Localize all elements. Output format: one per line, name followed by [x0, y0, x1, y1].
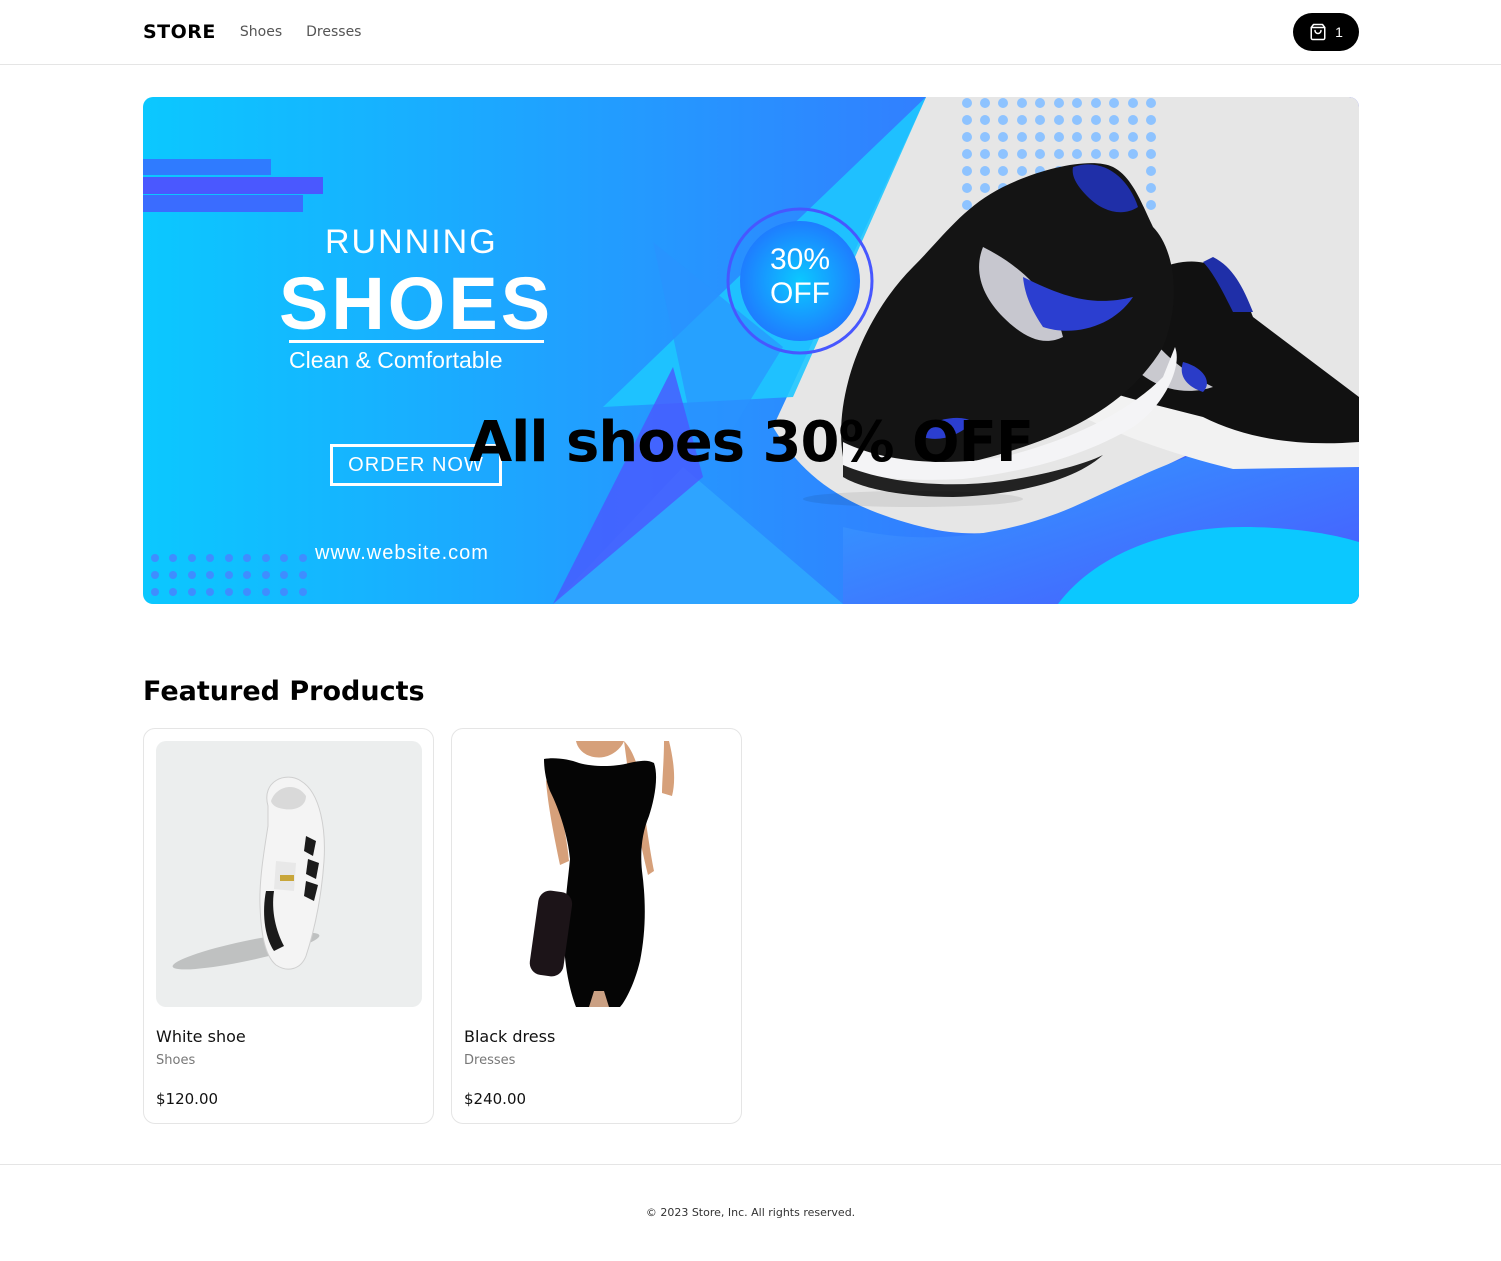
billboard-tagline: Clean & Comfortable: [289, 347, 503, 373]
billboard-heading-shoes: SHOES: [279, 262, 554, 345]
nav-link-dresses[interactable]: Dresses: [306, 24, 361, 40]
product-category: Shoes: [156, 1053, 196, 1068]
product-name[interactable]: White shoe: [156, 1027, 246, 1046]
billboard-heading-running: RUNNING: [325, 223, 498, 261]
featured-products-title: Featured Products: [143, 676, 425, 707]
product-card-white-shoe[interactable]: White shoe Shoes $120.00: [143, 728, 434, 1124]
product-card-black-dress[interactable]: Black dress Dresses $240.00: [451, 728, 742, 1124]
product-image-black-dress[interactable]: [464, 741, 730, 1007]
brand-logo[interactable]: STORE: [143, 21, 216, 43]
site-header: STORE Shoes Dresses 1: [0, 0, 1501, 65]
billboard-discount-badge: 30% OFF: [769, 243, 831, 310]
white-shoe-image: [172, 776, 325, 970]
product-category: Dresses: [464, 1053, 516, 1068]
shopping-bag-icon: [1310, 23, 1326, 41]
hero-billboard: RUNNING SHOES Clean & Comfortable ORDER …: [143, 97, 1359, 604]
product-name[interactable]: Black dress: [464, 1027, 555, 1046]
nav-link-shoes[interactable]: Shoes: [240, 24, 282, 40]
billboard-divider: [289, 340, 544, 343]
black-dress-image: [529, 741, 675, 1007]
cart-count: 1: [1335, 24, 1343, 40]
site-footer: © 2023 Store, Inc. All rights reserved.: [0, 1164, 1501, 1261]
product-price: $120.00: [156, 1090, 219, 1108]
product-price: $240.00: [464, 1090, 527, 1108]
footer-copyright: © 2023 Store, Inc. All rights reserved.: [645, 1206, 856, 1219]
product-image-white-shoe[interactable]: [156, 741, 422, 1007]
billboard-website: www.website.com: [315, 542, 489, 564]
billboard-label: All shoes 30% OFF: [468, 410, 1034, 475]
cart-button[interactable]: 1: [1293, 13, 1359, 51]
